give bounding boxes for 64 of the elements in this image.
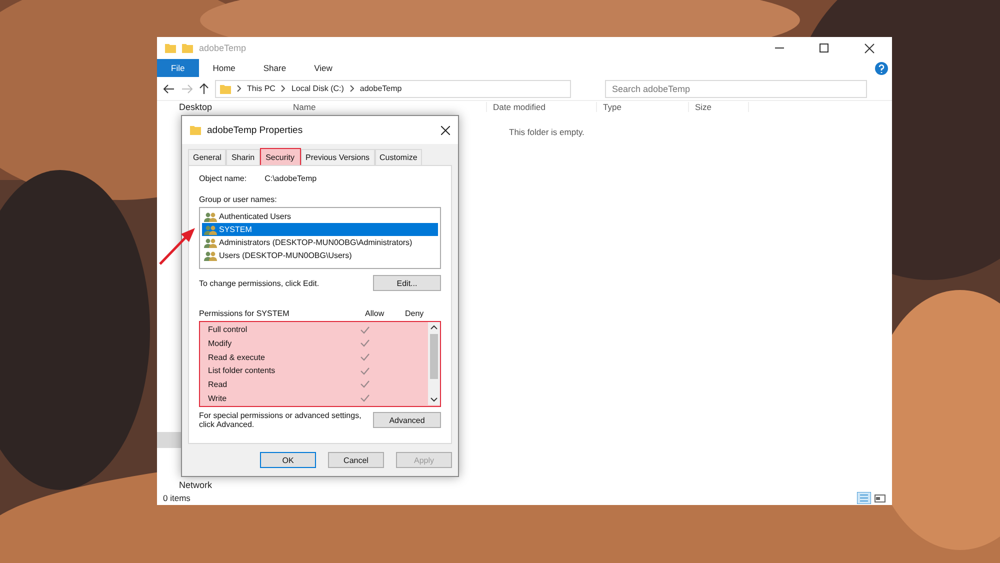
annotation-arrow — [157, 226, 197, 266]
edit-hint: To change permissions, click Edit. — [199, 278, 320, 288]
user-list-item[interactable]: Users (DESKTOP-MUN0OBG\Users) — [202, 249, 438, 262]
empty-message: This folder is empty. — [509, 127, 584, 137]
folder-icon — [182, 43, 193, 53]
address-bar[interactable]: This PC Local Disk (C:) adobeTemp — [215, 80, 571, 98]
breadcrumb[interactable]: Local Disk (C:) — [291, 84, 344, 93]
ribbon-tab[interactable]: File — [157, 59, 199, 77]
breadcrumb[interactable]: adobeTemp — [360, 84, 402, 93]
users-icon — [204, 224, 217, 234]
window-title: adobeTemp — [199, 43, 246, 53]
up-arrow-icon[interactable] — [199, 83, 209, 94]
help-icon[interactable] — [875, 62, 888, 74]
tiles-view-icon[interactable] — [874, 492, 886, 504]
object-name-label: Object name: — [199, 174, 247, 183]
advanced-button[interactable]: Advanced — [373, 412, 441, 428]
permission-name: Read — [207, 380, 228, 389]
folder-icon — [165, 43, 176, 53]
tab[interactable]: Customize — [374, 149, 422, 165]
edit-button[interactable]: Edit... — [373, 275, 441, 291]
tab[interactable]: General — [188, 149, 226, 165]
ribbon-tab[interactable]: Home — [198, 59, 250, 77]
user-list-item[interactable]: SYSTEM — [202, 223, 438, 236]
users-icon — [204, 238, 217, 248]
chevron-icon — [281, 85, 286, 92]
column-header[interactable]: Date modified — [487, 102, 597, 112]
tab[interactable]: Sharin — [226, 149, 260, 165]
user-list-item[interactable]: Administrators (DESKTOP-MUN0OBG\Administrators) — [202, 236, 438, 249]
column-header[interactable]: Type — [597, 102, 689, 112]
dialog-title: adobeTemp Properties — [207, 124, 303, 136]
allow-header: Allow — [365, 309, 386, 318]
users-icon — [204, 212, 217, 222]
column-header[interactable]: Size — [689, 102, 749, 112]
permission-name: Full control — [207, 325, 248, 334]
users-icon — [204, 250, 217, 260]
group-label: Group or user names: — [199, 195, 278, 204]
permission-name: Read & execute — [207, 352, 266, 362]
permissions-label: Permissions for SYSTEM — [199, 309, 290, 318]
ribbon-tab[interactable]: Share — [249, 59, 300, 77]
search-field[interactable]: Search adobeTemp — [605, 80, 867, 98]
nav-item[interactable]: Network — [157, 479, 287, 491]
permission-name: Write — [207, 394, 228, 403]
chevron-icon — [237, 85, 241, 92]
object-name-value: C:\adobeTemp — [264, 174, 317, 183]
tab[interactable]: Previous Versions — [300, 149, 375, 165]
advanced-hint: For special permissions or advanced settings, click Advanced. — [199, 411, 362, 429]
ribbon-tab[interactable]: View — [300, 59, 346, 77]
folder-icon — [220, 84, 231, 94]
deny-header: Deny — [405, 309, 424, 318]
breadcrumb[interactable]: This PC — [247, 84, 276, 93]
close-icon[interactable] — [441, 126, 450, 134]
user-list-item[interactable]: Authenticated Users — [202, 210, 438, 223]
back-arrow-icon[interactable] — [163, 84, 175, 94]
chevron-icon — [350, 85, 354, 92]
folder-icon — [190, 125, 201, 135]
dialog-button[interactable]: OK — [260, 452, 316, 468]
permission-name: List folder contents — [207, 366, 276, 376]
column-header[interactable]: Name — [287, 102, 487, 112]
permission-name: Modify — [207, 338, 233, 348]
tab[interactable]: Security — [260, 148, 300, 166]
status-text: 0 items — [163, 493, 190, 503]
scrollbar[interactable] — [428, 322, 440, 405]
nav-item[interactable]: Desktop — [157, 101, 287, 113]
dialog-button[interactable]: Cancel — [328, 452, 384, 468]
